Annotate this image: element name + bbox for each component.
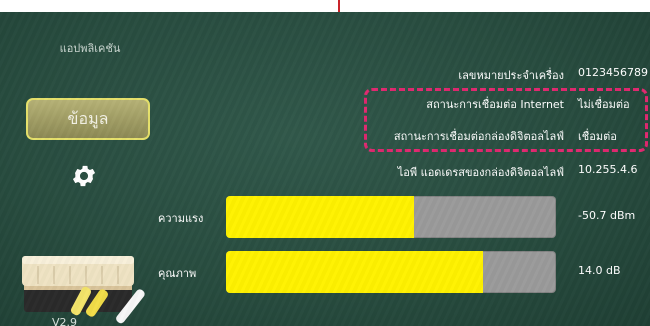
serial-number-value: 0123456789 [578,66,648,79]
serial-number-label: เลขหมายประจำเครื่อง [458,69,564,82]
gear-icon[interactable] [70,162,98,190]
box-ip-value: 10.255.4.6 [578,163,638,176]
quality-value: 14.0 dB [578,264,621,277]
chalk-eraser-illustration [22,256,145,324]
strength-label: ความแรง [158,212,204,225]
version-label: V2.9 [52,316,78,326]
info-button[interactable]: ข้อมูล [26,98,150,140]
highlight-dashed-box [364,88,648,152]
app-screen: แอปพลิเคชัน ข้อมูล V2.9 เลขหมายประจำเครื… [0,12,650,326]
quality-bar-fill [226,251,484,293]
strength-bar [226,196,556,238]
quality-label: คุณภาพ [158,267,197,280]
strength-bar-fill [226,196,415,238]
quality-bar [226,251,556,293]
box-ip-label: ไอพี แอดเดรสของกล่องดิจิตอลไลฟ์ [397,166,564,179]
strength-value: -50.7 dBm [578,209,636,222]
app-label: แอปพลิเคชัน [59,42,121,55]
